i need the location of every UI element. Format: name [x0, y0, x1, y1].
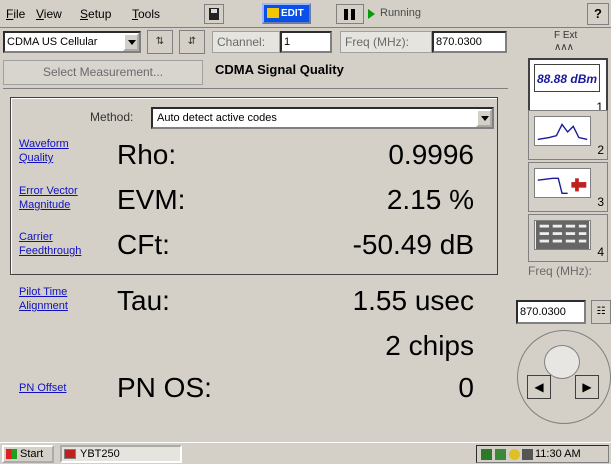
app-icon: [64, 449, 76, 459]
keypad-icon[interactable]: ☷: [591, 300, 611, 324]
channel-input[interactable]: 1: [280, 31, 332, 53]
bulb-icon[interactable]: [509, 449, 520, 460]
pn-offset-link[interactable]: PN Offset: [19, 381, 66, 395]
rotary-knob[interactable]: ◀ ▶: [517, 330, 611, 430]
play-icon: [368, 9, 375, 19]
rho-label: Rho:: [117, 139, 177, 170]
carrier-feedthrough-link[interactable]: Carrier Feedthrough: [19, 230, 81, 258]
channel-label: Channel:: [212, 31, 280, 53]
ext-freq-label[interactable]: F Ext: [554, 30, 577, 41]
tau-label: Tau:: [117, 285, 170, 316]
spectrum-icon: [534, 116, 591, 146]
edit-button[interactable]: EDIT: [262, 3, 311, 24]
method-value: Auto detect active codes: [157, 112, 277, 124]
tau-value: 1.55 usec: [352, 285, 474, 316]
menu-file[interactable]: File: [6, 7, 25, 21]
method-select[interactable]: Auto detect active codes: [151, 107, 494, 129]
pn-os-label: PN OS:: [117, 372, 212, 403]
table-icon: [534, 220, 591, 250]
windows-icon: [6, 449, 17, 459]
button-number-3: 3: [597, 195, 604, 209]
pn-os-value: 0: [458, 372, 474, 403]
freq-label: Freq (MHz):: [340, 31, 432, 53]
error-vector-magnitude-link[interactable]: Error Vector Magnitude: [19, 184, 78, 212]
evm-value: 2.15 %: [386, 184, 474, 215]
run-status: Running: [380, 7, 421, 19]
arrow-right-icon[interactable]: ▶: [575, 375, 599, 399]
arrow-left-icon[interactable]: ◀: [527, 375, 551, 399]
start-label: Start: [20, 448, 44, 460]
menu-bar: File View Setup Tools EDIT Running ?: [0, 0, 611, 28]
cft-value: -50.49 dB: [352, 229, 474, 260]
table-view-button[interactable]: 4: [528, 214, 608, 262]
network-icon[interactable]: [481, 449, 492, 460]
rho-value: 0.9996: [388, 139, 474, 170]
save-icon[interactable]: [204, 4, 224, 24]
channel-up-icon[interactable]: ⇅: [147, 30, 173, 54]
pilot-time-alignment-link[interactable]: Pilot Time Alignment: [19, 285, 68, 313]
chevron-down-icon[interactable]: [476, 109, 492, 127]
chevron-down-icon[interactable]: [123, 33, 139, 51]
menu-view[interactable]: View: [36, 7, 62, 21]
waveform-quality-link[interactable]: Waveform Quality: [19, 137, 69, 165]
sync-icon[interactable]: [495, 449, 506, 460]
taskbar: Start YBT250 11:30 AM: [0, 442, 611, 464]
evm-label: EVM:: [117, 184, 186, 215]
standard-select[interactable]: CDMA US Cellular: [3, 31, 141, 53]
menu-tools[interactable]: Tools: [132, 7, 160, 21]
clock: 11:30 AM: [535, 448, 581, 460]
method-label: Method:: [90, 110, 134, 124]
sweep-icon: [534, 168, 591, 198]
help-button[interactable]: ?: [587, 3, 609, 25]
freq-input[interactable]: 870.0300: [432, 31, 507, 53]
battery-icon[interactable]: [522, 449, 533, 460]
side-freq-input[interactable]: 870.0300: [516, 300, 586, 324]
ext-wave-icon: ∧∧∧: [554, 42, 574, 53]
edit-icon: [267, 8, 279, 18]
cft-label: CFt:: [117, 229, 170, 260]
button-number-2: 2: [597, 143, 604, 157]
task-label: YBT250: [80, 448, 120, 460]
system-tray: 11:30 AM: [476, 445, 609, 463]
start-button[interactable]: Start: [2, 445, 54, 463]
power-reading: 88.88 dBm: [537, 72, 598, 86]
measurement-title: CDMA Signal Quality: [215, 62, 344, 77]
taskbar-app-item[interactable]: YBT250: [60, 445, 182, 463]
side-freq-label: Freq (MHz):: [528, 264, 592, 278]
measurement-panel: Method: Auto detect active codes Wavefor…: [3, 88, 508, 423]
button-number-4: 4: [597, 245, 604, 259]
standard-value: CDMA US Cellular: [7, 36, 98, 48]
power-meter-button[interactable]: 88.88 dBm 1: [528, 58, 608, 118]
tau-chips-value: 2 chips: [385, 330, 474, 361]
edit-label: EDIT: [281, 8, 304, 19]
menu-setup[interactable]: Setup: [80, 7, 111, 21]
sweep-view-button[interactable]: 3: [528, 162, 608, 212]
select-measurement-button[interactable]: Select Measurement...: [3, 60, 203, 85]
channel-down-icon[interactable]: ⇵: [179, 30, 205, 54]
power-display: 88.88 dBm: [534, 64, 600, 92]
pause-button[interactable]: [336, 4, 364, 24]
pause-icon: [344, 9, 348, 20]
spectrum-view-button[interactable]: 2: [528, 110, 608, 160]
knob-center[interactable]: [544, 345, 580, 379]
